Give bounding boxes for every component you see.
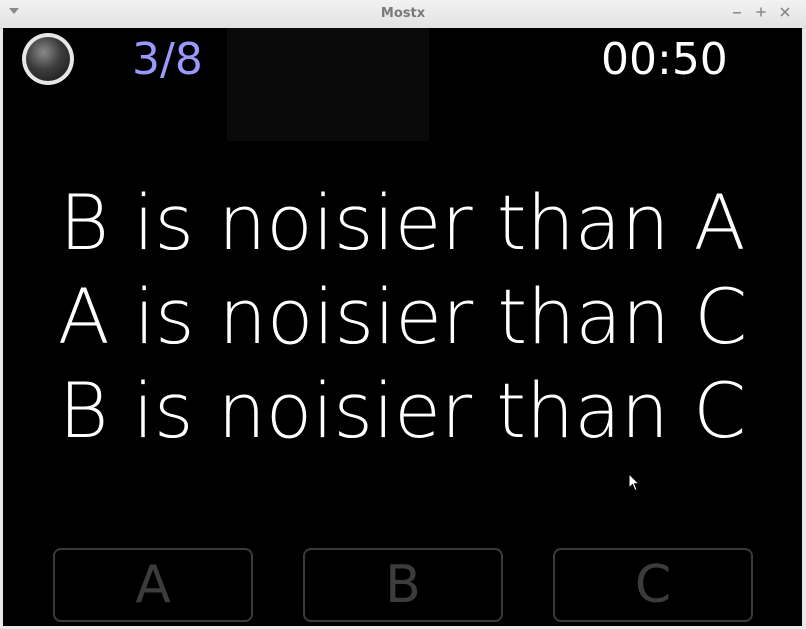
mouse-cursor-icon (628, 472, 641, 497)
countdown-timer: 00:50 (601, 34, 728, 85)
app-window: Mostx 3/8 00:50 B is noisier than A A is… (0, 0, 806, 629)
question-progress: 3/8 (132, 34, 203, 85)
game-area: 3/8 00:50 B is noisier than A A is noisi… (3, 28, 802, 626)
window-title: Mostx (380, 6, 426, 21)
status-indicator-button[interactable] (22, 33, 74, 85)
answer-button-c[interactable]: C (553, 548, 753, 622)
ghost-overlay (227, 28, 429, 141)
statement-line: B is noisier than C (58, 366, 747, 455)
statements-list: B is noisier than A A is noisier than C … (3, 176, 802, 458)
indicator-light-icon (26, 37, 70, 81)
maximize-icon[interactable] (753, 5, 769, 21)
answer-button-a[interactable]: A (53, 548, 253, 622)
answer-button-b[interactable]: B (303, 548, 503, 622)
close-icon[interactable] (777, 5, 793, 21)
title-bar[interactable]: Mostx (0, 0, 806, 29)
statement-line: B is noisier than A (59, 178, 746, 267)
minimize-icon[interactable] (729, 5, 745, 21)
statement-line: A is noisier than C (57, 272, 748, 361)
